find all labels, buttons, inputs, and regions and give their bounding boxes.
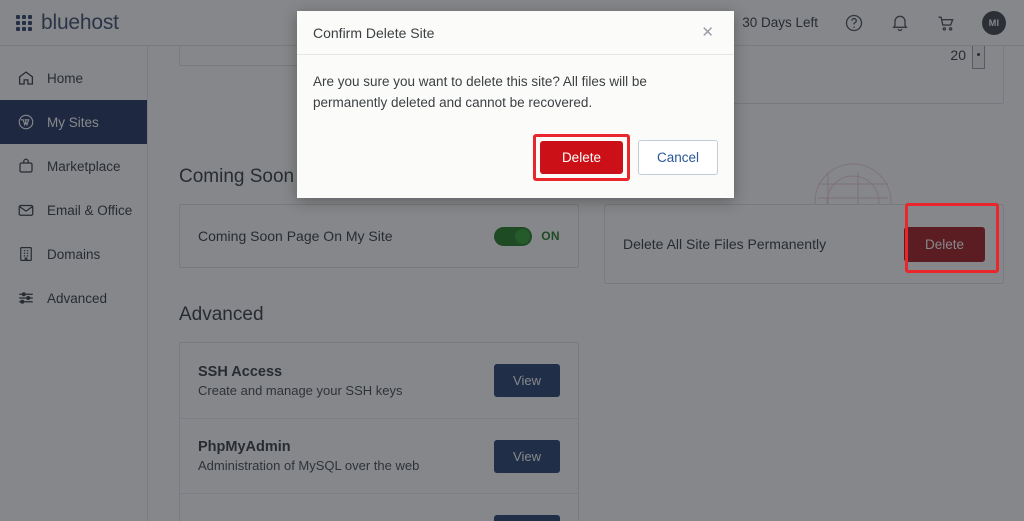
browser-viewport: bluehost 30 Days Left: [0, 0, 1024, 521]
dialog-message: Are you sure you want to delete this sit…: [313, 74, 647, 110]
confirm-delete-dialog: Confirm Delete Site ✕ Are you sure you w…: [297, 11, 734, 198]
dialog-actions: Delete Cancel: [297, 120, 734, 198]
close-icon[interactable]: ✕: [697, 21, 718, 44]
dialog-header: Confirm Delete Site ✕: [297, 11, 734, 55]
dialog-title: Confirm Delete Site: [313, 24, 435, 41]
confirm-delete-annotation: Delete: [532, 133, 630, 181]
cancel-button[interactable]: Cancel: [637, 139, 718, 175]
confirm-delete-button[interactable]: Delete: [539, 140, 623, 174]
dialog-body: Are you sure you want to delete this sit…: [297, 55, 734, 120]
